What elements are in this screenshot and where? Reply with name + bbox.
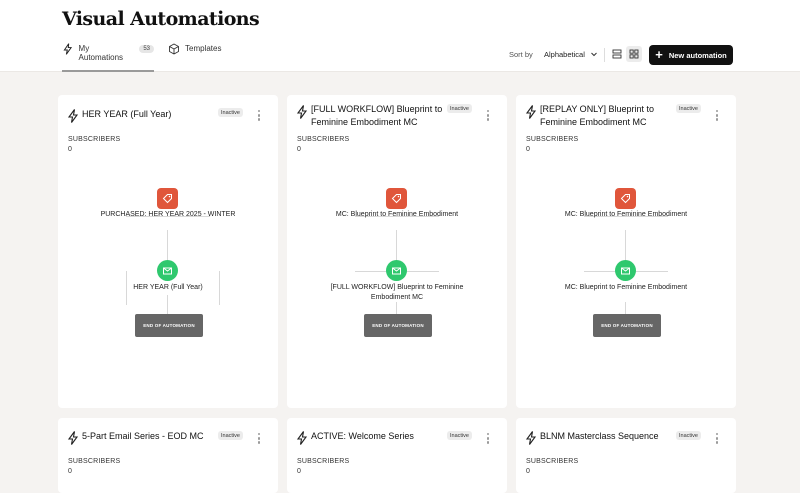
tab-my-automations[interactable]: My Automations 53 [62, 43, 154, 72]
connector-line [167, 295, 168, 314]
action-label: HER YEAR (Full Year) [133, 284, 203, 291]
automation-card[interactable]: 5-Part Email Series - EOD MC Inactive SU… [58, 418, 278, 493]
trigger-node[interactable] [386, 188, 407, 209]
trigger-label: MC: Blueprint to Feminine Embodiment [564, 211, 688, 218]
tag-icon [162, 194, 172, 204]
divider [604, 48, 605, 62]
bolt-icon [525, 431, 537, 445]
bolt-icon [67, 431, 79, 445]
chevron-down-icon [591, 52, 597, 57]
tab-label: Templates [185, 44, 222, 53]
tab-label: My Automations [78, 44, 124, 62]
status-badge: Inactive [447, 431, 472, 440]
sort-select[interactable]: Alphabetical [540, 46, 602, 62]
list-view-button[interactable] [609, 46, 625, 62]
subscribers-label: SUBSCRIBERS [526, 458, 579, 465]
workflow-diagram: PURCHASED: HER YEAR 2025 - WINTER HER YE… [58, 95, 278, 415]
workflow-diagram: MC: Blueprint to Feminine Embodiment MC:… [516, 95, 736, 415]
automation-card[interactable]: [REPLAY ONLY] Blueprint to Feminine Embo… [516, 95, 736, 408]
page-title: Visual Automations [62, 8, 260, 30]
end-of-automation-node[interactable]: END OF AUTOMATION [364, 314, 432, 337]
end-of-automation-node[interactable]: END OF AUTOMATION [135, 314, 203, 337]
end-of-automation-node[interactable]: END OF AUTOMATION [593, 314, 661, 337]
card-title[interactable]: 5-Part Email Series - EOD MC [82, 430, 222, 443]
kebab-menu-icon[interactable] [714, 433, 720, 447]
tag-icon [620, 194, 630, 204]
new-automation-button[interactable]: + New automation [649, 45, 733, 65]
list-view-icon [612, 49, 622, 59]
email-icon [621, 267, 630, 275]
subscribers-count: 0 [68, 468, 72, 475]
connector-line [625, 302, 626, 314]
subscribers-count: 0 [297, 468, 301, 475]
kebab-menu-icon[interactable] [485, 433, 491, 447]
new-automation-label: New automation [668, 50, 727, 60]
subscribers-label: SUBSCRIBERS [297, 458, 350, 465]
action-node[interactable] [386, 260, 407, 281]
automation-card[interactable]: BLNM Masterclass Sequence Inactive SUBSC… [516, 418, 736, 493]
cube-icon [169, 43, 179, 55]
card-title[interactable]: BLNM Masterclass Sequence [540, 430, 680, 443]
trigger-node[interactable] [615, 188, 636, 209]
email-icon [392, 267, 401, 275]
trigger-node[interactable] [157, 188, 178, 209]
grid-view-icon [629, 49, 639, 59]
action-node[interactable] [615, 260, 636, 281]
action-label: MC: Blueprint to Feminine Embodiment [564, 284, 688, 291]
workflow-diagram: MC: Blueprint to Feminine Embodiment [FU… [287, 95, 507, 415]
action-label: [FULL WORKFLOW] Blueprint to Feminine Em… [330, 284, 464, 301]
kebab-menu-icon[interactable] [256, 433, 262, 447]
sort-value: Alphabetical [544, 49, 585, 59]
sort-label: Sort by [509, 50, 533, 59]
trigger-label: MC: Blueprint to Feminine Embodiment [335, 211, 459, 218]
trigger-label: PURCHASED: HER YEAR 2025 - WINTER [100, 211, 236, 218]
count-badge: 53 [139, 45, 154, 53]
automation-card[interactable]: HER YEAR (Full Year) Inactive SUBSCRIBER… [58, 95, 278, 408]
automation-card[interactable]: ACTIVE: Welcome Series Inactive SUBSCRIB… [287, 418, 507, 493]
connector-line [396, 302, 397, 314]
bolt-icon [296, 431, 308, 445]
subscribers-count: 0 [526, 468, 530, 475]
action-node[interactable] [157, 260, 178, 281]
plus-icon: + [655, 47, 663, 62]
subscribers-label: SUBSCRIBERS [68, 458, 121, 465]
top-bar: Visual Automations My Automations 53 Tem… [0, 0, 800, 72]
tab-templates[interactable]: Templates [168, 43, 222, 72]
status-badge: Inactive [218, 431, 243, 440]
grid-view-button[interactable] [626, 46, 642, 62]
automation-card[interactable]: [FULL WORKFLOW] Blueprint to Feminine Em… [287, 95, 507, 408]
status-badge: Inactive [676, 431, 701, 440]
card-title[interactable]: ACTIVE: Welcome Series [311, 430, 443, 443]
tag-icon [391, 194, 401, 204]
email-icon [163, 267, 172, 275]
bolt-icon [63, 43, 73, 55]
